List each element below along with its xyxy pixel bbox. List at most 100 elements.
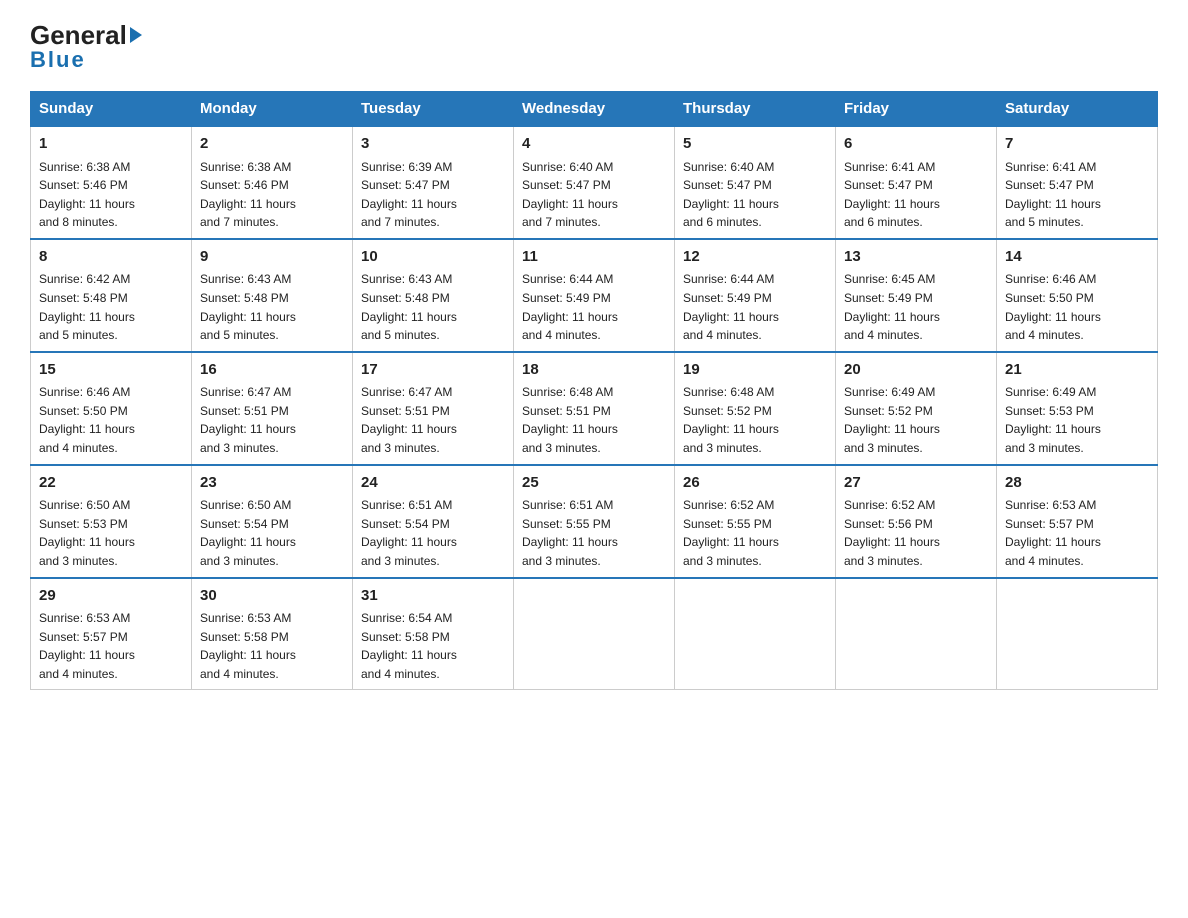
day-number: 27	[844, 472, 988, 495]
day-info: Sunrise: 6:45 AMSunset: 5:49 PMDaylight:…	[844, 270, 988, 344]
day-info: Sunrise: 6:40 AMSunset: 5:47 PMDaylight:…	[683, 158, 827, 232]
calendar-day-cell: 24Sunrise: 6:51 AMSunset: 5:54 PMDayligh…	[353, 465, 514, 578]
calendar-day-cell: 22Sunrise: 6:50 AMSunset: 5:53 PMDayligh…	[31, 465, 192, 578]
calendar-day-cell: 9Sunrise: 6:43 AMSunset: 5:48 PMDaylight…	[192, 239, 353, 352]
day-info: Sunrise: 6:50 AMSunset: 5:53 PMDaylight:…	[39, 496, 183, 570]
calendar-day-cell: 29Sunrise: 6:53 AMSunset: 5:57 PMDayligh…	[31, 578, 192, 690]
day-info: Sunrise: 6:48 AMSunset: 5:51 PMDaylight:…	[522, 383, 666, 457]
day-number: 31	[361, 585, 505, 608]
calendar-day-cell: 20Sunrise: 6:49 AMSunset: 5:52 PMDayligh…	[836, 352, 997, 465]
day-info: Sunrise: 6:49 AMSunset: 5:53 PMDaylight:…	[1005, 383, 1149, 457]
weekday-header-row: SundayMondayTuesdayWednesdayThursdayFrid…	[31, 92, 1158, 127]
day-info: Sunrise: 6:49 AMSunset: 5:52 PMDaylight:…	[844, 383, 988, 457]
day-info: Sunrise: 6:47 AMSunset: 5:51 PMDaylight:…	[200, 383, 344, 457]
day-info: Sunrise: 6:41 AMSunset: 5:47 PMDaylight:…	[1005, 158, 1149, 232]
calendar-empty-cell	[997, 578, 1158, 690]
calendar-day-cell: 16Sunrise: 6:47 AMSunset: 5:51 PMDayligh…	[192, 352, 353, 465]
day-info: Sunrise: 6:38 AMSunset: 5:46 PMDaylight:…	[39, 158, 183, 232]
day-info: Sunrise: 6:39 AMSunset: 5:47 PMDaylight:…	[361, 158, 505, 232]
day-number: 11	[522, 246, 666, 269]
page-header: General Blue	[30, 20, 1158, 73]
calendar-day-cell: 17Sunrise: 6:47 AMSunset: 5:51 PMDayligh…	[353, 352, 514, 465]
calendar-day-cell: 10Sunrise: 6:43 AMSunset: 5:48 PMDayligh…	[353, 239, 514, 352]
day-info: Sunrise: 6:46 AMSunset: 5:50 PMDaylight:…	[39, 383, 183, 457]
logo: General Blue	[30, 20, 142, 73]
logo-triangle-icon	[130, 27, 142, 43]
day-info: Sunrise: 6:52 AMSunset: 5:56 PMDaylight:…	[844, 496, 988, 570]
day-info: Sunrise: 6:54 AMSunset: 5:58 PMDaylight:…	[361, 609, 505, 683]
weekday-header-sunday: Sunday	[31, 92, 192, 127]
calendar-day-cell: 12Sunrise: 6:44 AMSunset: 5:49 PMDayligh…	[675, 239, 836, 352]
calendar-day-cell: 1Sunrise: 6:38 AMSunset: 5:46 PMDaylight…	[31, 126, 192, 239]
calendar-day-cell: 26Sunrise: 6:52 AMSunset: 5:55 PMDayligh…	[675, 465, 836, 578]
day-number: 7	[1005, 133, 1149, 156]
calendar-week-row: 22Sunrise: 6:50 AMSunset: 5:53 PMDayligh…	[31, 465, 1158, 578]
day-number: 24	[361, 472, 505, 495]
weekday-header-thursday: Thursday	[675, 92, 836, 127]
calendar-week-row: 1Sunrise: 6:38 AMSunset: 5:46 PMDaylight…	[31, 126, 1158, 239]
day-number: 26	[683, 472, 827, 495]
calendar-empty-cell	[675, 578, 836, 690]
calendar-table: SundayMondayTuesdayWednesdayThursdayFrid…	[30, 91, 1158, 690]
day-number: 28	[1005, 472, 1149, 495]
weekday-header-monday: Monday	[192, 92, 353, 127]
day-number: 19	[683, 359, 827, 382]
day-info: Sunrise: 6:53 AMSunset: 5:57 PMDaylight:…	[1005, 496, 1149, 570]
calendar-empty-cell	[514, 578, 675, 690]
day-number: 21	[1005, 359, 1149, 382]
calendar-day-cell: 3Sunrise: 6:39 AMSunset: 5:47 PMDaylight…	[353, 126, 514, 239]
day-number: 6	[844, 133, 988, 156]
weekday-header-tuesday: Tuesday	[353, 92, 514, 127]
calendar-day-cell: 7Sunrise: 6:41 AMSunset: 5:47 PMDaylight…	[997, 126, 1158, 239]
day-info: Sunrise: 6:44 AMSunset: 5:49 PMDaylight:…	[522, 270, 666, 344]
weekday-header-friday: Friday	[836, 92, 997, 127]
day-number: 25	[522, 472, 666, 495]
day-number: 8	[39, 246, 183, 269]
day-info: Sunrise: 6:53 AMSunset: 5:57 PMDaylight:…	[39, 609, 183, 683]
calendar-day-cell: 28Sunrise: 6:53 AMSunset: 5:57 PMDayligh…	[997, 465, 1158, 578]
weekday-header-wednesday: Wednesday	[514, 92, 675, 127]
calendar-day-cell: 21Sunrise: 6:49 AMSunset: 5:53 PMDayligh…	[997, 352, 1158, 465]
calendar-empty-cell	[836, 578, 997, 690]
calendar-day-cell: 8Sunrise: 6:42 AMSunset: 5:48 PMDaylight…	[31, 239, 192, 352]
logo-blue-text: Blue	[30, 47, 86, 73]
day-info: Sunrise: 6:44 AMSunset: 5:49 PMDaylight:…	[683, 270, 827, 344]
calendar-day-cell: 18Sunrise: 6:48 AMSunset: 5:51 PMDayligh…	[514, 352, 675, 465]
day-number: 4	[522, 133, 666, 156]
calendar-day-cell: 5Sunrise: 6:40 AMSunset: 5:47 PMDaylight…	[675, 126, 836, 239]
calendar-day-cell: 15Sunrise: 6:46 AMSunset: 5:50 PMDayligh…	[31, 352, 192, 465]
day-number: 14	[1005, 246, 1149, 269]
calendar-day-cell: 25Sunrise: 6:51 AMSunset: 5:55 PMDayligh…	[514, 465, 675, 578]
day-info: Sunrise: 6:43 AMSunset: 5:48 PMDaylight:…	[361, 270, 505, 344]
calendar-day-cell: 6Sunrise: 6:41 AMSunset: 5:47 PMDaylight…	[836, 126, 997, 239]
weekday-header-saturday: Saturday	[997, 92, 1158, 127]
day-info: Sunrise: 6:48 AMSunset: 5:52 PMDaylight:…	[683, 383, 827, 457]
calendar-week-row: 29Sunrise: 6:53 AMSunset: 5:57 PMDayligh…	[31, 578, 1158, 690]
day-info: Sunrise: 6:40 AMSunset: 5:47 PMDaylight:…	[522, 158, 666, 232]
day-number: 12	[683, 246, 827, 269]
calendar-day-cell: 19Sunrise: 6:48 AMSunset: 5:52 PMDayligh…	[675, 352, 836, 465]
day-number: 29	[39, 585, 183, 608]
day-number: 5	[683, 133, 827, 156]
day-number: 13	[844, 246, 988, 269]
day-info: Sunrise: 6:43 AMSunset: 5:48 PMDaylight:…	[200, 270, 344, 344]
calendar-day-cell: 27Sunrise: 6:52 AMSunset: 5:56 PMDayligh…	[836, 465, 997, 578]
day-info: Sunrise: 6:50 AMSunset: 5:54 PMDaylight:…	[200, 496, 344, 570]
day-info: Sunrise: 6:41 AMSunset: 5:47 PMDaylight:…	[844, 158, 988, 232]
day-number: 2	[200, 133, 344, 156]
day-number: 10	[361, 246, 505, 269]
day-number: 18	[522, 359, 666, 382]
calendar-week-row: 15Sunrise: 6:46 AMSunset: 5:50 PMDayligh…	[31, 352, 1158, 465]
day-info: Sunrise: 6:53 AMSunset: 5:58 PMDaylight:…	[200, 609, 344, 683]
day-number: 1	[39, 133, 183, 156]
day-number: 3	[361, 133, 505, 156]
calendar-day-cell: 2Sunrise: 6:38 AMSunset: 5:46 PMDaylight…	[192, 126, 353, 239]
calendar-day-cell: 11Sunrise: 6:44 AMSunset: 5:49 PMDayligh…	[514, 239, 675, 352]
calendar-day-cell: 23Sunrise: 6:50 AMSunset: 5:54 PMDayligh…	[192, 465, 353, 578]
day-number: 15	[39, 359, 183, 382]
day-info: Sunrise: 6:38 AMSunset: 5:46 PMDaylight:…	[200, 158, 344, 232]
day-info: Sunrise: 6:42 AMSunset: 5:48 PMDaylight:…	[39, 270, 183, 344]
day-number: 9	[200, 246, 344, 269]
calendar-day-cell: 14Sunrise: 6:46 AMSunset: 5:50 PMDayligh…	[997, 239, 1158, 352]
day-info: Sunrise: 6:51 AMSunset: 5:55 PMDaylight:…	[522, 496, 666, 570]
